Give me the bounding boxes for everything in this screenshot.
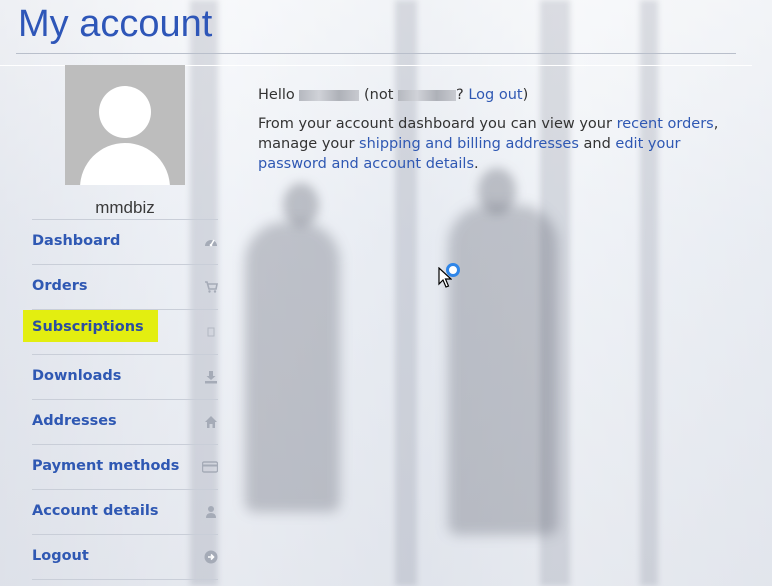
redacted-username <box>299 89 360 101</box>
dashboard-icon <box>204 235 218 249</box>
nav-item-label[interactable]: Orders <box>32 278 87 294</box>
nav-item-logout[interactable]: Logout <box>32 534 218 580</box>
intro-text: From your account dashboard you can view… <box>258 116 612 132</box>
intro-text: and <box>583 136 611 152</box>
nav-item-label[interactable]: Downloads <box>32 368 121 384</box>
dashboard-content: Hello (not ? Log out) From your account … <box>258 85 728 183</box>
avatar <box>65 65 185 185</box>
recent-orders-link[interactable]: recent orders <box>617 116 714 132</box>
not-text: (not <box>363 87 394 103</box>
redacted-username <box>398 89 456 101</box>
nav-item-downloads[interactable]: Downloads <box>32 354 218 399</box>
title-divider <box>16 53 736 54</box>
nav-item-label[interactable]: Payment methods <box>32 458 179 474</box>
arrow-right-circle-icon <box>204 550 218 564</box>
home-icon <box>204 415 218 429</box>
subscriptions-icon <box>204 325 218 339</box>
credit-card-icon <box>201 460 219 474</box>
nav-item-label[interactable]: Account details <box>32 503 159 519</box>
greeting-text: Hello <box>258 87 295 103</box>
nav-item-dashboard[interactable]: Dashboard <box>32 219 218 264</box>
nav-item-label[interactable]: Dashboard <box>32 233 120 249</box>
question-mark: ? <box>456 87 464 103</box>
nav-item-orders[interactable]: Orders <box>32 264 218 309</box>
nav-item-addresses[interactable]: Addresses <box>32 399 218 444</box>
download-icon <box>204 370 218 384</box>
loading-spinner-icon <box>446 263 460 277</box>
account-navigation: Dashboard Orders Subscriptions Downloads… <box>23 219 219 580</box>
nav-item-payment-methods[interactable]: Payment methods <box>32 444 219 489</box>
dashboard-intro: From your account dashboard you can view… <box>258 114 728 174</box>
close-paren: ) <box>522 87 529 103</box>
cart-icon <box>204 280 218 294</box>
logout-link[interactable]: Log out <box>468 87 522 103</box>
nav-item-subscriptions[interactable]: Subscriptions <box>23 309 218 354</box>
nav-item-label[interactable]: Addresses <box>32 413 117 429</box>
greeting: Hello (not ? Log out) <box>258 85 728 105</box>
nav-item-label[interactable]: Logout <box>32 548 89 564</box>
addresses-link[interactable]: shipping and billing addresses <box>359 136 579 152</box>
page-title: My account <box>18 3 213 45</box>
nav-item-label[interactable]: Subscriptions <box>23 310 158 342</box>
nav-item-account-details[interactable]: Account details <box>32 489 218 534</box>
username: mmdbiz <box>95 198 155 217</box>
intro-text: . <box>474 156 479 172</box>
user-icon <box>204 505 218 519</box>
